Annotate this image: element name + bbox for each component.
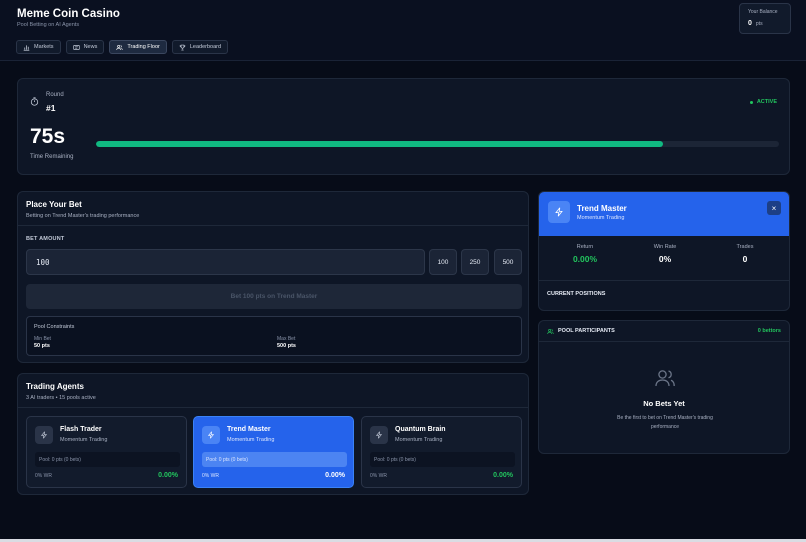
agent-detail-card: Trend Master Momentum Trading × Return 0… bbox=[538, 191, 790, 311]
time-remaining-label: Time Remaining bbox=[30, 154, 74, 160]
max-bet-label: Max Bet bbox=[277, 336, 296, 342]
divider bbox=[539, 341, 789, 342]
round-progress-bar bbox=[96, 141, 779, 147]
agent-detail-style: Momentum Trading bbox=[577, 215, 625, 221]
lightning-icon bbox=[548, 201, 570, 223]
newspaper-icon bbox=[72, 44, 80, 50]
agent-detail-name: Trend Master bbox=[577, 204, 627, 213]
round-card: Round #1 ACTIVE 75s Time Remaining bbox=[17, 78, 790, 175]
agent-name: Quantum Brain bbox=[395, 426, 446, 433]
balance-amount: 0 bbox=[748, 20, 752, 27]
status-text: ACTIVE bbox=[756, 99, 777, 105]
trophy-icon bbox=[179, 44, 186, 50]
agent-pool: Pool: 0 pts (0 bets) bbox=[202, 452, 347, 467]
preset-500-button[interactable]: 500 bbox=[494, 249, 522, 275]
users-icon bbox=[116, 44, 123, 50]
divider bbox=[18, 407, 528, 408]
round-number: #1 bbox=[46, 103, 56, 113]
tab-label: News bbox=[83, 44, 98, 50]
agent-style: Momentum Trading bbox=[227, 437, 275, 443]
app-subtitle: Pool Betting on AI Agents bbox=[17, 22, 80, 28]
min-bet-label: Min Bet bbox=[34, 336, 51, 342]
stat-win-rate: Win Rate 0% bbox=[625, 244, 705, 264]
min-bet-value: 50 pts bbox=[34, 343, 50, 349]
nav-tabs: Markets News Trading Floor Leaderboard bbox=[16, 40, 229, 54]
agent-return: 0.00% bbox=[493, 472, 513, 479]
max-bet-value: 500 pts bbox=[277, 343, 296, 349]
bar-chart-icon bbox=[23, 44, 30, 51]
tab-label: Leaderboard bbox=[189, 44, 222, 50]
app-title: Meme Coin Casino bbox=[17, 8, 120, 20]
tab-news[interactable]: News bbox=[65, 40, 105, 54]
tab-label: Markets bbox=[34, 44, 54, 50]
pool-participants-card: POOL PARTICIPANTS 0 bettors No Bets Yet … bbox=[538, 320, 790, 454]
current-positions-title: CURRENT POSITIONS bbox=[547, 291, 606, 297]
stat-label: Trades bbox=[736, 244, 754, 250]
balance-label: Your Balance bbox=[748, 9, 778, 15]
agent-name: Trend Master bbox=[227, 426, 271, 433]
pool-participants-title: POOL PARTICIPANTS bbox=[558, 328, 615, 334]
round-label: Round bbox=[46, 92, 64, 98]
timer-icon bbox=[30, 97, 39, 106]
agent-win-rate: 0% WR bbox=[370, 473, 387, 479]
tab-markets[interactable]: Markets bbox=[16, 40, 61, 54]
agent-style: Momentum Trading bbox=[60, 437, 108, 443]
balance-unit: pts bbox=[755, 20, 763, 27]
lightning-icon bbox=[370, 426, 388, 444]
pool-constraints: Pool Constraints Min Bet 50 pts Max Bet … bbox=[26, 316, 522, 356]
bet-amount-input[interactable] bbox=[26, 249, 425, 275]
stat-trades: Trades 0 bbox=[705, 244, 785, 264]
status-dot-icon bbox=[749, 100, 753, 104]
round-progress-fill bbox=[96, 141, 663, 147]
close-icon[interactable]: × bbox=[767, 201, 781, 215]
constraints-title: Pool Constraints bbox=[34, 324, 75, 330]
bet-subtitle: Betting on Trend Master's trading perfor… bbox=[26, 213, 140, 219]
agents-subtitle: 3 AI traders • 15 pools active bbox=[26, 395, 96, 401]
preset-250-button[interactable]: 250 bbox=[461, 249, 489, 275]
bet-title: Place Your Bet bbox=[26, 200, 82, 209]
place-bet-button[interactable]: Bet 100 pts on Trend Master bbox=[26, 284, 522, 309]
empty-state-subtitle: Be the first to bet on Trend Master's tr… bbox=[617, 415, 713, 430]
agent-pool: Pool: 0 pts (0 bets) bbox=[370, 452, 515, 467]
tab-leaderboard[interactable]: Leaderboard bbox=[171, 40, 229, 54]
agent-card-flash-trader[interactable]: Flash Trader Momentum Trading Pool: 0 pt… bbox=[26, 416, 187, 488]
balance-widget: Your Balance 0 pts bbox=[739, 3, 791, 34]
top-bar: Meme Coin Casino Pool Betting on AI Agen… bbox=[0, 0, 806, 61]
agent-name: Flash Trader bbox=[60, 426, 102, 433]
agent-win-rate: 0% WR bbox=[202, 473, 219, 479]
divider bbox=[18, 225, 528, 226]
stat-value: 0 bbox=[742, 254, 748, 264]
stat-label: Win Rate bbox=[653, 244, 677, 250]
bettors-count: 0 bettors bbox=[757, 328, 781, 334]
time-remaining: 75s bbox=[30, 125, 66, 148]
preset-100-button[interactable]: 100 bbox=[429, 249, 457, 275]
bet-amount-label: BET AMOUNT bbox=[26, 236, 65, 242]
agent-detail-header: Trend Master Momentum Trading × bbox=[539, 192, 789, 236]
lightning-icon bbox=[35, 426, 53, 444]
agent-card-quantum-brain[interactable]: Quantum Brain Momentum Trading Pool: 0 p… bbox=[361, 416, 522, 488]
stat-label: Return bbox=[576, 244, 594, 250]
tab-label: Trading Floor bbox=[127, 44, 160, 50]
status-badge: ACTIVE bbox=[749, 99, 777, 105]
agent-return: 0.00% bbox=[325, 472, 345, 479]
stat-return: Return 0.00% bbox=[545, 244, 625, 264]
agent-pool: Pool: 0 pts (0 bets) bbox=[35, 452, 180, 467]
trading-agents-card: Trading Agents 3 AI traders • 15 pools a… bbox=[17, 373, 529, 495]
tab-trading-floor[interactable]: Trading Floor bbox=[109, 40, 167, 54]
lightning-icon bbox=[202, 426, 220, 444]
place-bet-card: Place Your Bet Betting on Trend Master's… bbox=[17, 191, 529, 363]
stat-value: 0% bbox=[658, 254, 672, 264]
empty-state-title: No Bets Yet bbox=[643, 399, 685, 408]
agent-card-trend-master[interactable]: Trend Master Momentum Trading Pool: 0 pt… bbox=[193, 416, 354, 488]
agent-style: Momentum Trading bbox=[395, 437, 443, 443]
users-empty-icon bbox=[655, 370, 675, 387]
users-icon bbox=[547, 328, 554, 334]
stat-value: 0.00% bbox=[572, 254, 598, 264]
agent-win-rate: 0% WR bbox=[35, 473, 52, 479]
agent-return: 0.00% bbox=[158, 472, 178, 479]
divider bbox=[539, 280, 789, 281]
balance-value: 0 pts bbox=[748, 20, 763, 27]
agents-title: Trading Agents bbox=[26, 382, 84, 391]
